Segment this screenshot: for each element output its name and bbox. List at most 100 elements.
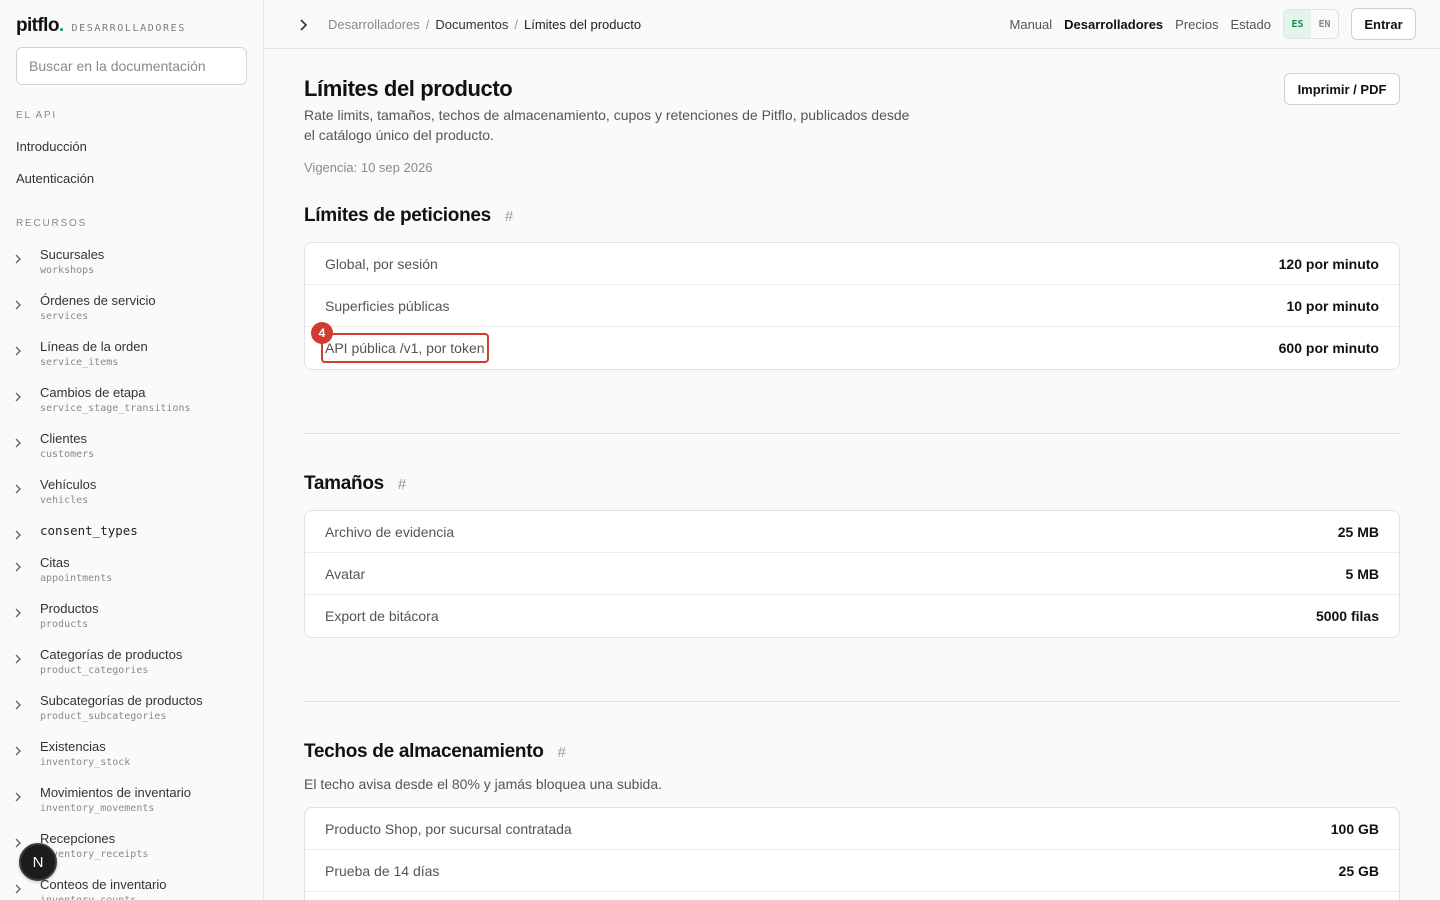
lang-en-button[interactable]: EN xyxy=(1311,10,1338,38)
sidebar-resource-item[interactable]: Productos products xyxy=(0,601,262,641)
limit-row: Prueba de 14 días 25 GB xyxy=(305,850,1399,892)
nav-pricing[interactable]: Precios xyxy=(1175,17,1218,32)
section-title-storage-text: Techos de almacenamiento xyxy=(304,741,544,762)
sidebar-resource-label: Sucursales xyxy=(40,247,105,262)
sidebar-resource-label: consent_types xyxy=(40,523,138,538)
nav-developers[interactable]: Desarrolladores xyxy=(1064,17,1163,32)
limit-key-highlighted: API pública /v1, por token 4 xyxy=(311,322,489,363)
lang-es-button[interactable]: ES xyxy=(1284,10,1311,38)
search-input[interactable] xyxy=(16,47,247,85)
nav-manual[interactable]: Manual xyxy=(1010,17,1053,32)
sidebar-resource-label: Clientes xyxy=(40,431,87,446)
section-title-requests: Límites de peticiones # xyxy=(304,205,513,227)
sidebar-resource-code: inventory_counts xyxy=(40,895,136,900)
sidebar-toggle-chevron-icon[interactable] xyxy=(294,16,312,34)
chevron-right-icon[interactable] xyxy=(12,483,24,495)
limit-key: Producto Shop, por sucursal contratada xyxy=(325,820,572,837)
top-nav: Manual Desarrolladores Precios Estado xyxy=(1010,17,1271,32)
chevron-right-icon[interactable] xyxy=(12,391,24,403)
chevron-right-icon[interactable] xyxy=(12,883,24,895)
sidebar-resource-item[interactable]: Movimientos de inventario inventory_movem… xyxy=(0,785,262,825)
limit-row: Producto Shop, por sucursal contratada 1… xyxy=(305,808,1399,850)
chevron-right-icon[interactable] xyxy=(12,837,24,849)
limit-value: 100 GB xyxy=(1330,820,1379,837)
chevron-right-icon[interactable] xyxy=(12,745,24,757)
page-title: Límites del producto xyxy=(304,76,513,101)
sidebar-resource-item[interactable]: Órdenes de servicio services xyxy=(0,293,262,333)
chevron-right-icon[interactable] xyxy=(12,299,24,311)
sidebar-resource-code: workshops xyxy=(40,265,95,276)
section-title-sizes-text: Tamaños xyxy=(304,473,384,494)
chevron-right-icon[interactable] xyxy=(12,437,24,449)
print-pdf-button[interactable]: Imprimir / PDF xyxy=(1284,73,1400,105)
sidebar-resource-item[interactable]: Clientes customers xyxy=(0,431,262,471)
limit-row: Export de bitácora 5000 filas xyxy=(305,595,1399,637)
limit-key-text: API pública /v1, por token xyxy=(325,340,485,356)
sidebar-resource-code: services xyxy=(40,311,89,322)
limit-key: Export de bitácora xyxy=(325,608,439,624)
sidebar-resource-code: products xyxy=(40,619,89,630)
sidebar-resource-code: vehicles xyxy=(40,495,89,506)
sidebar-resource-label: Recepciones xyxy=(40,831,116,846)
sidebar-link-intro[interactable]: Introducción xyxy=(16,139,87,154)
limit-value: 5000 filas xyxy=(1315,608,1379,624)
sidebar-resource-item[interactable]: Existencias inventory_stock xyxy=(0,739,262,779)
sidebar-resource-item[interactable]: Líneas de la orden service_items xyxy=(0,339,262,379)
sidebar-resource-code: inventory_stock xyxy=(40,757,131,768)
breadcrumb: Desarrolladores / Documentos / Límites d… xyxy=(328,17,641,32)
sidebar-resource-item[interactable]: Categorías de productos product_categorie… xyxy=(0,647,262,687)
login-button[interactable]: Entrar xyxy=(1351,8,1416,40)
limit-value: 5 MB xyxy=(1345,565,1379,582)
sidebar: pitflo. DESARROLLADORES EL API Introducc… xyxy=(0,0,264,900)
sidebar-resource-code: service_stage_transitions xyxy=(40,403,191,414)
limit-key: Avatar xyxy=(325,565,366,582)
limit-row: Avatar 5 MB xyxy=(305,553,1399,595)
section-title-api: EL API xyxy=(16,110,58,121)
topbar: Desarrolladores / Documentos / Límites d… xyxy=(264,0,1440,49)
chevron-right-icon[interactable] xyxy=(12,561,24,573)
chevron-right-icon[interactable] xyxy=(12,791,24,803)
brand[interactable]: pitflo. DESARROLLADORES xyxy=(16,15,186,37)
sidebar-resource-code: service_items xyxy=(40,357,119,368)
sidebar-resource-item[interactable]: Subcategorías de productos product_subcat… xyxy=(0,693,262,733)
chevron-right-icon[interactable] xyxy=(12,345,24,357)
sidebar-resource-item[interactable]: Sucursales workshops xyxy=(0,247,262,287)
chevron-right-icon[interactable] xyxy=(12,653,24,665)
limit-row: Superficies públicas 10 por minuto xyxy=(305,285,1399,327)
sidebar-resource-label: Cambios de etapa xyxy=(40,385,146,400)
sidebar-link-auth[interactable]: Autenticación xyxy=(16,171,94,186)
user-avatar[interactable]: N xyxy=(19,843,57,881)
sidebar-resource-code: customers xyxy=(40,449,95,460)
anchor-link-icon[interactable]: # xyxy=(398,476,406,493)
highlight-badge: 4 xyxy=(311,322,333,344)
breadcrumb-current: Límites del producto xyxy=(524,17,642,32)
sizes-card: Archivo de evidencia 25 MB Avatar 5 MB E… xyxy=(304,510,1400,638)
sidebar-resource-code: appointments xyxy=(40,573,113,584)
chevron-right-icon[interactable] xyxy=(12,529,24,541)
sidebar-resource-label: Existencias xyxy=(40,739,106,754)
brand-dot: . xyxy=(58,15,64,36)
chevron-right-icon[interactable] xyxy=(12,699,24,711)
limit-value: 25 MB xyxy=(1337,523,1379,540)
breadcrumb-root[interactable]: Desarrolladores xyxy=(328,17,420,32)
breadcrumb-documents[interactable]: Documentos xyxy=(435,17,508,32)
section-divider xyxy=(304,701,1400,702)
chevron-right-icon[interactable] xyxy=(12,253,24,265)
nav-status[interactable]: Estado xyxy=(1231,17,1271,32)
anchor-link-icon[interactable]: # xyxy=(558,744,566,761)
sidebar-resource-item[interactable]: Citas appointments xyxy=(0,555,262,595)
limit-row xyxy=(305,892,1399,900)
section-title-resources: RECURSOS xyxy=(16,218,88,229)
language-switcher: ES EN xyxy=(1283,9,1339,39)
sidebar-resource-code: product_categories xyxy=(40,665,149,676)
sidebar-resource-item[interactable]: Cambios de etapa service_stage_transition… xyxy=(0,385,262,425)
brand-logo[interactable]: pitflo. xyxy=(16,15,64,37)
anchor-link-icon[interactable]: # xyxy=(505,208,513,225)
sidebar-resource-label: Subcategorías de productos xyxy=(40,693,203,708)
limit-value: 600 por minuto xyxy=(1278,340,1379,356)
sidebar-resource-label: Categorías de productos xyxy=(40,647,183,662)
sidebar-resource-item[interactable]: Vehículos vehicles xyxy=(0,477,262,517)
chevron-right-icon[interactable] xyxy=(12,607,24,619)
section-title-requests-text: Límites de peticiones xyxy=(304,205,491,226)
sidebar-resource-label: Conteos de inventario xyxy=(40,877,167,892)
